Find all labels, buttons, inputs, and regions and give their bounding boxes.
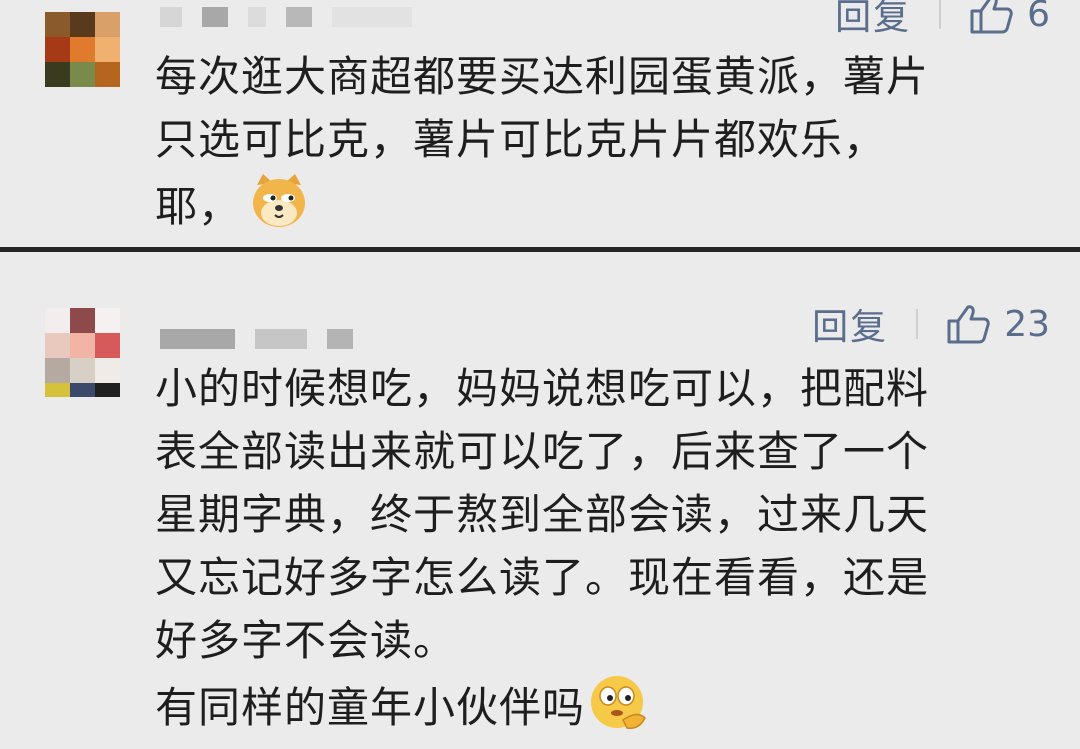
action-separator xyxy=(939,0,942,29)
avatar[interactable] xyxy=(45,12,120,87)
thumbs-up-icon xyxy=(970,0,1013,34)
comment-card: 回复 23 小的时候想吃，妈妈说想吃可以，把配料 表全部读出来就可以吃了，后来查… xyxy=(0,252,1080,732)
action-separator xyxy=(916,309,919,339)
like-button[interactable]: 6 xyxy=(969,0,1050,35)
comment-text: 小的时候想吃，妈妈说想吃可以，把配料 表全部读出来就可以吃了，后来查了一个 星期… xyxy=(155,357,1055,749)
comment-actions: 回复 6 xyxy=(835,0,1050,40)
comment-actions: 回复 23 xyxy=(812,298,1050,350)
comment-line: 又忘记好多字怎么读了。现在看看，还是 xyxy=(155,553,930,602)
comment-line: 小的时候想吃，妈妈说想吃可以，把配料 xyxy=(155,364,930,413)
comment-line: 好多字不会读。 xyxy=(155,616,457,665)
comment-line-text: 耶， xyxy=(155,182,242,231)
username-blurred[interactable] xyxy=(160,328,353,350)
comment-line: 只选可比克，薯片可比克片片都欢乐， xyxy=(155,115,887,164)
like-count: 23 xyxy=(1004,303,1050,345)
comment-line-text: 有同样的童年小伙伴吗 xyxy=(155,683,586,732)
avatar[interactable] xyxy=(45,308,120,397)
username-blurred[interactable] xyxy=(160,6,412,28)
comment-text: 每次逛大商超都要买达利园蛋黄派，薯片 只选可比克，薯片可比克片片都欢乐， 耶， xyxy=(155,45,1055,248)
thumbs-up-icon xyxy=(947,305,990,344)
comment-line: 表全部读出来就可以吃了，后来查了一个 xyxy=(155,427,930,476)
reply-button[interactable]: 回复 xyxy=(812,298,888,350)
like-button[interactable]: 23 xyxy=(946,304,1050,345)
comment-line-last: 耶， xyxy=(155,171,1055,248)
doge-emoji-icon xyxy=(249,171,309,248)
comment-line: 星期字典，终于熬到全部会读，过来几天 xyxy=(155,490,930,539)
like-count: 6 xyxy=(1027,0,1050,35)
reply-button[interactable]: 回复 xyxy=(835,0,911,40)
comment-card: 回复 6 每次逛大商超都要买达利园蛋黄派，薯片 只选可比克，薯片可比克片片都欢乐… xyxy=(0,0,1080,247)
comment-line: 每次逛大商超都要买达利园蛋黄派，薯片 xyxy=(155,52,930,101)
comment-line-last: 有同样的童年小伙伴吗 xyxy=(155,672,1055,749)
thinking-face-emoji-icon xyxy=(587,672,649,749)
